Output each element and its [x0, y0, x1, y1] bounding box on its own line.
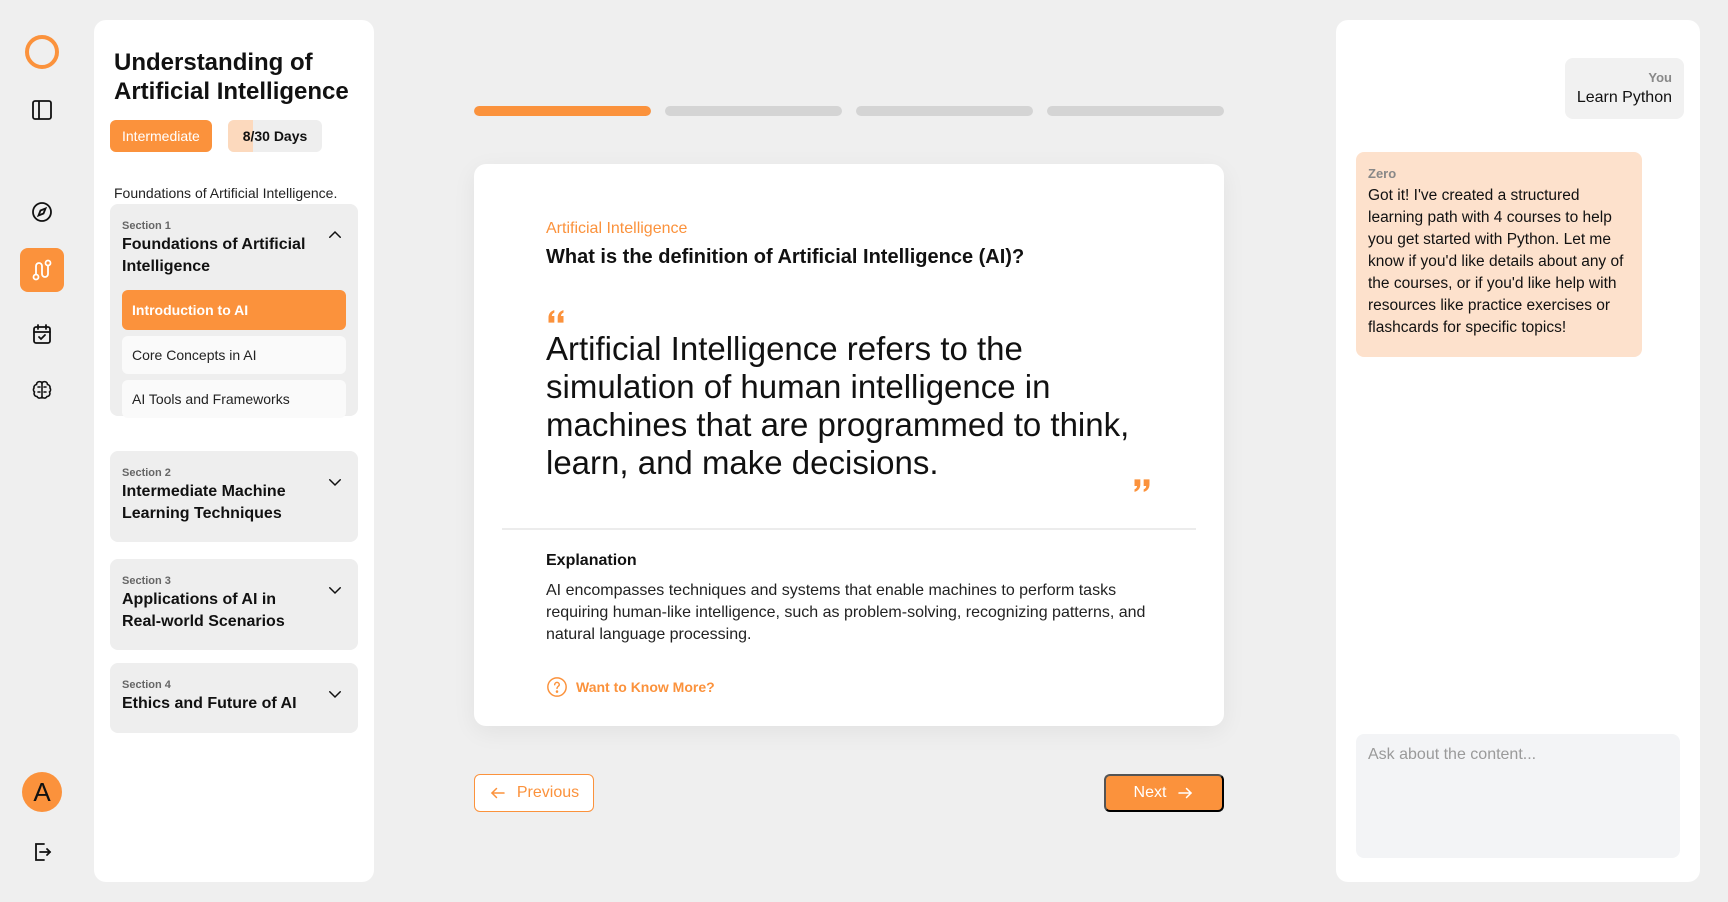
lesson-ai-tools[interactable]: AI Tools and Frameworks	[122, 380, 346, 418]
progress-segment	[665, 106, 842, 116]
message-sender: Zero	[1368, 166, 1397, 181]
quote-close-icon	[1134, 479, 1150, 492]
want-to-know-more-label: Want to Know More?	[576, 679, 715, 695]
message-sender: You	[1648, 70, 1672, 85]
level-badge: Intermediate	[110, 120, 212, 152]
sidebar-toggle-button[interactable]	[20, 88, 64, 132]
learning-path-button[interactable]	[20, 248, 64, 292]
course-subtitle: Foundations of Artificial Intelligence.	[114, 185, 338, 201]
lesson-core-concepts[interactable]: Core Concepts in AI	[122, 336, 346, 374]
brain-icon	[32, 380, 52, 399]
chat-panel: You Learn Python Zero Got it! I've creat…	[1336, 20, 1700, 882]
message-text: Learn Python	[1576, 89, 1672, 106]
course-title: Understanding of Artificial Intelligence	[114, 49, 349, 105]
previous-label: Previous	[516, 784, 580, 801]
lesson-introduction-to-ai[interactable]: Introduction to AI	[122, 290, 346, 330]
section-1[interactable]: Section 1 Foundations of Artificial Inte…	[110, 204, 358, 418]
want-to-know-more-link[interactable]: Want to Know More?	[546, 676, 715, 698]
progress-segment	[474, 106, 651, 116]
assistant-message: Zero Got it! I've created a structured l…	[1356, 152, 1642, 357]
card-question: What is the definition of Artificial Int…	[546, 246, 1025, 268]
section-title: Ethics and Future of AI	[122, 695, 297, 712]
chevron-down-icon[interactable]	[326, 685, 344, 703]
section-2[interactable]: Section 2 Intermediate Machine Learning …	[110, 451, 358, 542]
chevron-up-icon[interactable]	[326, 226, 344, 244]
lesson-progress-bar	[474, 106, 1224, 116]
icon-rail: A	[0, 0, 84, 902]
message-text: Got it! I've created a structured learni…	[1368, 187, 1624, 336]
section-4[interactable]: Section 4 Ethics and Future of AI	[110, 663, 358, 733]
section-3[interactable]: Section 3 Applications of AI in Real-wor…	[110, 559, 358, 650]
calendar-check-icon	[33, 324, 51, 344]
compass-icon	[32, 202, 52, 222]
avatar: A	[22, 772, 62, 812]
logo-ring-icon	[25, 35, 59, 69]
logout-button[interactable]	[20, 830, 64, 874]
section-title: Intermediate Machine Learning Techniques	[122, 483, 286, 522]
card-definition-quote: Artificial Intelligence refers to the si…	[546, 330, 1130, 481]
sidebar-toggle-icon	[32, 100, 52, 120]
previous-button[interactable]: Previous	[474, 774, 594, 812]
section-number: Section 4	[122, 679, 171, 691]
section-title: Applications of AI in Real-world Scenari…	[122, 591, 285, 630]
explore-button[interactable]	[20, 190, 64, 234]
help-circle-icon	[547, 677, 567, 697]
flashcard: Artificial Intelligence What is the defi…	[474, 164, 1224, 726]
card-divider	[502, 528, 1196, 530]
user-message: You Learn Python	[1564, 58, 1684, 119]
logo[interactable]	[20, 30, 64, 74]
brain-button[interactable]	[20, 368, 64, 412]
route-icon	[32, 259, 52, 281]
chat-input[interactable]	[1356, 734, 1680, 858]
user-avatar-button[interactable]: A	[20, 770, 64, 814]
next-button[interactable]: Next	[1104, 774, 1224, 812]
arrow-right-icon	[1178, 787, 1193, 799]
quote-open-icon	[548, 310, 564, 323]
explanation-text: AI encompasses techniques and systems th…	[546, 582, 1146, 643]
section-number: Section 1	[122, 220, 171, 232]
next-label: Next	[1133, 784, 1167, 801]
progress-segment-fill	[474, 106, 651, 116]
course-panel: Understanding of Artificial Intelligence…	[94, 20, 374, 882]
logout-icon	[35, 843, 52, 861]
card-category: Artificial Intelligence	[546, 220, 688, 237]
progress-segment	[1047, 106, 1224, 116]
section-number: Section 3	[122, 575, 171, 587]
chevron-down-icon[interactable]	[326, 473, 344, 491]
progress-segment	[856, 106, 1033, 116]
explanation-heading: Explanation	[546, 552, 637, 569]
calendar-button[interactable]	[20, 312, 64, 356]
chevron-down-icon[interactable]	[326, 581, 344, 599]
arrow-left-icon	[490, 787, 505, 799]
section-title: Foundations of Artificial Intelligence	[122, 236, 306, 275]
days-progress-badge: 8/30 Days	[228, 120, 322, 152]
days-label: 8/30 Days	[242, 128, 308, 144]
section-number: Section 2	[122, 467, 171, 479]
